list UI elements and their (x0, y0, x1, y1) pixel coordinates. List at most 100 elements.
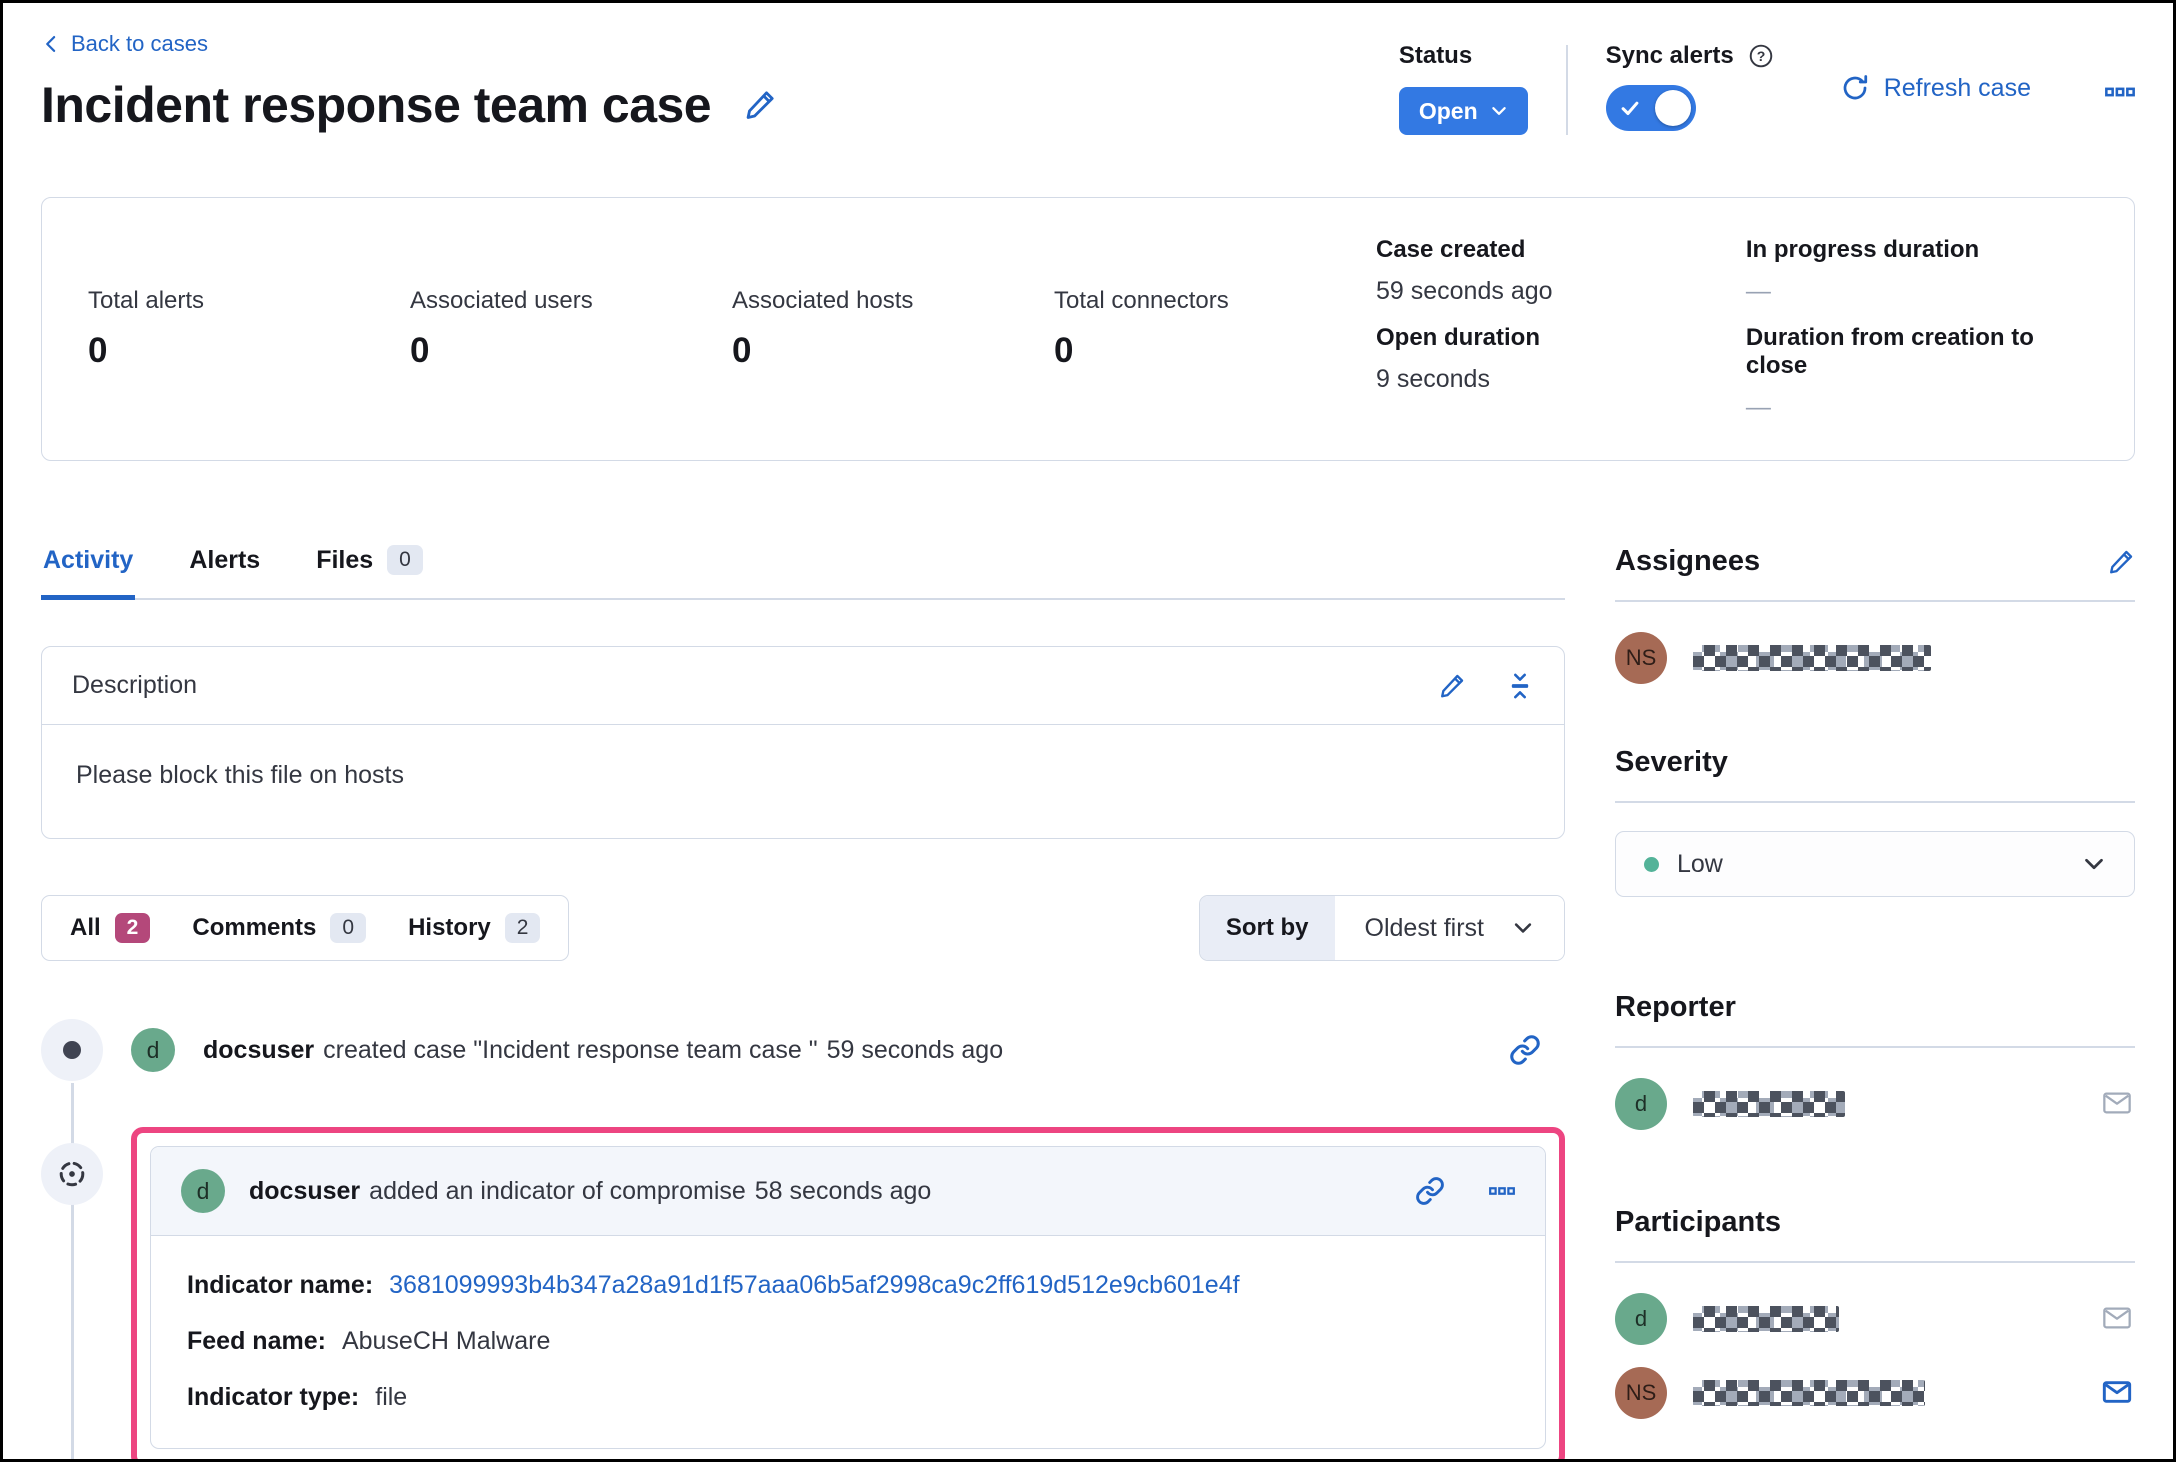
feed-name-row: Feed name: AbuseCH Malware (187, 1327, 551, 1355)
avatar: d (181, 1169, 225, 1213)
copy-link-button[interactable] (1415, 1176, 1445, 1206)
assignees-title: Assignees (1615, 545, 1761, 577)
chevron-down-icon (2082, 852, 2106, 876)
comment-actions-menu-button[interactable] (1489, 1179, 1515, 1203)
edit-description-button[interactable] (1438, 672, 1466, 700)
status-value: Open (1418, 97, 1478, 124)
refresh-case-label: Refresh case (1883, 73, 2031, 102)
files-count-badge: 0 (387, 545, 423, 575)
metric-total-connectors: Total connectors 0 (1054, 287, 1229, 370)
open-duration-label: Open duration (1376, 324, 1540, 351)
creation-to-close-label: Duration from creation to close (1745, 324, 2034, 379)
filter-comments[interactable]: Comments 0 (192, 913, 367, 943)
comment-username: docsuser (249, 1176, 361, 1205)
status-dropdown-button[interactable]: Open (1398, 87, 1528, 135)
edit-assignees-button[interactable] (2107, 548, 2135, 576)
toggle-knob (1654, 90, 1691, 126)
crosshair-icon (54, 1156, 90, 1192)
case-duration-details: Case created 59 seconds ago Open duratio… (1376, 236, 2088, 422)
back-to-cases-link[interactable]: Back to cases (41, 31, 208, 57)
header-divider (1565, 45, 1568, 135)
divider (1615, 1261, 2135, 1263)
event-action: created case "Incident response team cas… (323, 1035, 818, 1064)
avatar: d (1615, 1293, 1667, 1345)
redacted-username (1693, 1306, 1839, 1332)
case-detail-page: Back to cases Incident response team cas… (0, 0, 2176, 1462)
pencil-icon (743, 88, 777, 122)
header-left: Back to cases Incident response team cas… (41, 31, 777, 135)
comment-card: d docsuser added an indicator of comprom… (150, 1146, 1546, 1449)
pencil-icon (2107, 548, 2135, 576)
refresh-case-button[interactable]: Refresh case (1840, 73, 2031, 103)
severity-section: Severity Low (1615, 746, 2135, 897)
activity-filter-row: All 2 Comments 0 History 2 Sort by Oldes… (41, 895, 1565, 961)
indicator-details: Indicator name: 3681099993b4b347a28a91d1… (151, 1236, 1545, 1448)
participants-section: Participants d NS (1615, 1206, 2135, 1419)
description-panel: Description Please block this file on ho… (41, 646, 1565, 839)
chevron-down-icon (1490, 102, 1508, 120)
case-summary-panel: Total alerts 0 Associated users 0 Associ… (41, 197, 2135, 461)
pencil-icon (1438, 672, 1466, 700)
link-icon (1509, 1034, 1541, 1066)
fold-icon (1506, 672, 1534, 700)
metric-associated-users: Associated users 0 (410, 287, 593, 370)
avatar: d (1615, 1078, 1667, 1130)
description-title: Description (72, 671, 198, 699)
boxes-horizontal-icon (2105, 79, 2135, 105)
redacted-username (1693, 645, 1931, 671)
email-user-button[interactable] (2099, 1376, 2135, 1411)
redacted-username (1693, 1380, 1925, 1406)
edit-title-button[interactable] (743, 88, 777, 122)
sync-alerts-toggle[interactable] (1605, 85, 1696, 131)
timeline-node (41, 1019, 103, 1081)
sort-control: Sort by Oldest first (1198, 895, 1565, 961)
reporter-row: d (1615, 1078, 2135, 1130)
in-progress-duration-value: — (1745, 277, 1771, 305)
envelope-icon (2099, 1302, 2135, 1334)
filter-history[interactable]: History 2 (408, 913, 541, 943)
activity-filter-group: All 2 Comments 0 History 2 (41, 895, 570, 961)
email-user-button[interactable] (2099, 1087, 2135, 1122)
tab-activity[interactable]: Activity (41, 545, 136, 600)
avatar: NS (1615, 1367, 1667, 1419)
severity-select[interactable]: Low (1615, 831, 2135, 897)
sort-order-value: Oldest first (1364, 913, 1484, 942)
case-created-value: 59 seconds ago (1376, 277, 1553, 305)
highlighted-comment: d docsuser added an indicator of comprom… (131, 1127, 1565, 1459)
header-actions: Status Open Sync alerts ? Refresh case (1398, 31, 2135, 135)
sync-alerts-label: Sync alerts (1605, 42, 1734, 69)
avatar: NS (1615, 632, 1667, 684)
case-actions-menu-button[interactable] (2105, 79, 2135, 105)
page-title: Incident response team case (41, 77, 712, 133)
sort-order-select[interactable]: Oldest first (1334, 896, 1564, 960)
creation-to-close-value: — (1745, 393, 1771, 421)
envelope-icon (2099, 1087, 2135, 1119)
filter-all[interactable]: All 2 (70, 913, 151, 943)
severity-value: Low (1677, 849, 1723, 878)
chevron-down-icon (1512, 917, 1534, 939)
email-user-button[interactable] (2099, 1302, 2135, 1337)
case-created-label: Case created (1376, 236, 1526, 263)
timeline-event-indicator: d docsuser added an indicator of comprom… (41, 1127, 1565, 1459)
timeline-node (41, 1143, 103, 1205)
status-block: Status Open (1398, 41, 1528, 135)
indicator-name-link[interactable]: 3681099993b4b347a28a91d1f57aaa06b5af2998… (389, 1270, 1239, 1300)
sync-alerts-block: Sync alerts ? (1605, 41, 1774, 131)
link-icon (1415, 1176, 1445, 1206)
copy-link-button[interactable] (1509, 1034, 1541, 1066)
participants-title: Participants (1615, 1206, 1781, 1238)
avatar: d (131, 1028, 175, 1072)
event-text: docsuser created case "Incident response… (203, 1036, 1003, 1065)
all-count-badge: 2 (114, 913, 151, 943)
event-username: docsuser (203, 1035, 315, 1064)
tab-alerts[interactable]: Alerts (187, 545, 262, 600)
reporter-section: Reporter d (1615, 991, 2135, 1130)
help-icon[interactable]: ? (1748, 43, 1774, 69)
metric-associated-hosts: Associated hosts 0 (732, 287, 914, 370)
title-row: Incident response team case (41, 77, 777, 133)
collapse-description-button[interactable] (1506, 672, 1534, 700)
back-to-cases-label: Back to cases (71, 31, 208, 56)
comments-count-badge: 0 (330, 913, 367, 943)
metric-total-alerts: Total alerts 0 (88, 287, 205, 370)
tab-files[interactable]: Files 0 (314, 545, 425, 600)
